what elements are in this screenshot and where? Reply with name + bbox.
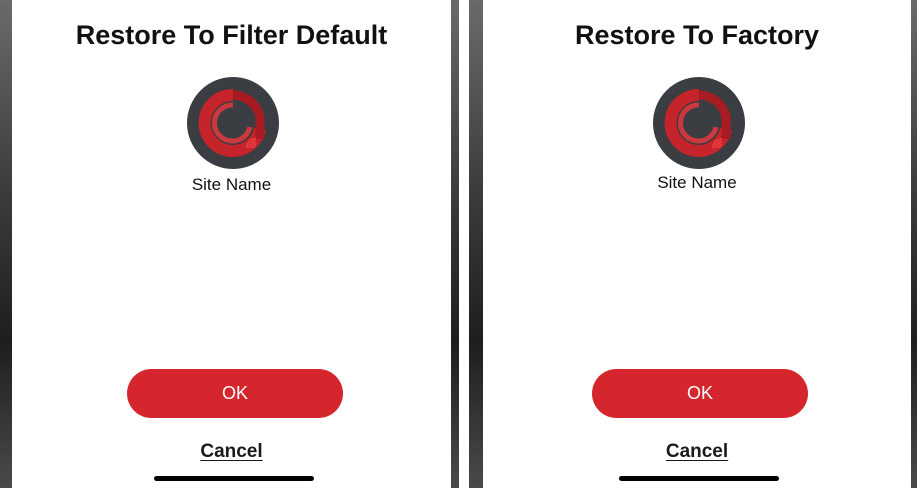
home-indicator[interactable]: [154, 476, 314, 481]
device-frame-left-inner: [451, 0, 459, 488]
cancel-button[interactable]: Cancel: [12, 441, 451, 463]
restore-filter-default-screen: Restore To Filter Default Site Name OK C…: [12, 0, 451, 488]
page-title: Restore To Factory: [574, 20, 820, 50]
panel-gap: [459, 0, 469, 488]
home-indicator[interactable]: [619, 476, 779, 481]
device-frame-left: [0, 0, 12, 488]
page-title: Restore To Filter Default: [75, 20, 388, 50]
cancel-button[interactable]: Cancel: [483, 441, 911, 463]
restore-factory-screen: Restore To Factory Site Name OK Cancel: [483, 0, 911, 488]
screenshot-stage: Restore To Filter Default Site Name OK C…: [0, 0, 917, 488]
device-frame-right: [911, 0, 917, 488]
ok-button[interactable]: OK: [127, 369, 343, 418]
app-logo-icon: [187, 77, 279, 169]
site-name-label: Site Name: [191, 175, 272, 194]
app-logo-icon: [653, 77, 745, 169]
device-frame-right-inner: [469, 0, 483, 488]
site-name-label: Site Name: [657, 173, 737, 192]
ok-button[interactable]: OK: [592, 369, 808, 418]
